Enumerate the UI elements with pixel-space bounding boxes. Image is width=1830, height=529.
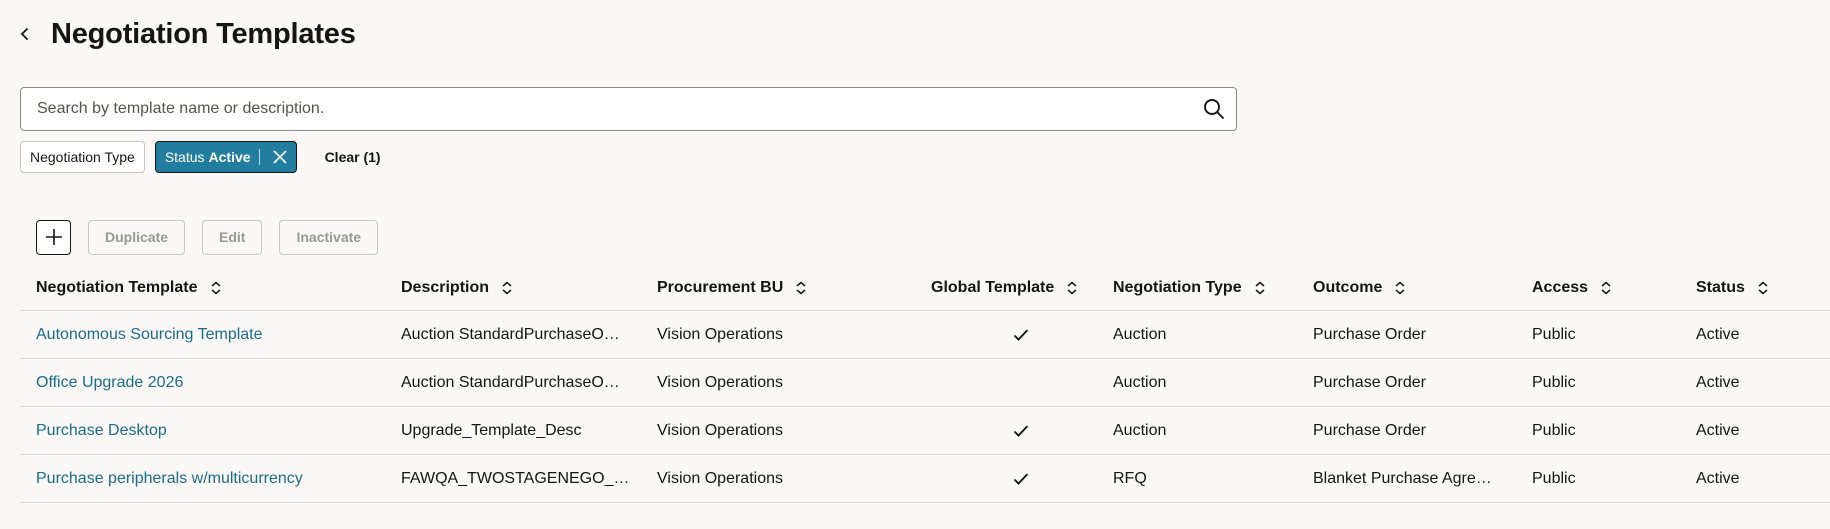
description-text: Upgrade_Template_Desc	[401, 421, 582, 439]
column-header-status[interactable]: Status	[1696, 265, 1769, 311]
status-filter-value: Active	[208, 149, 251, 165]
plus-icon	[45, 229, 62, 245]
outcome-text: Purchase Order	[1313, 373, 1426, 391]
column-header-negotiation-type[interactable]: Negotiation Type	[1113, 265, 1266, 311]
sort-icon	[1066, 281, 1078, 295]
procurement-bu-cell: Vision Operations	[657, 325, 783, 343]
chip-divider	[258, 149, 260, 165]
table-header: Negotiation Template Description Procure…	[20, 265, 1830, 311]
global-template-cell	[931, 359, 1111, 406]
description-text: Auction StandardPurchaseO…	[401, 373, 620, 391]
template-name-link[interactable]: Autonomous Sourcing Template	[36, 311, 391, 358]
table-toolbar: Duplicate Edit Inactivate	[36, 219, 379, 255]
sort-icon	[1757, 281, 1769, 295]
description-text: FAWQA_TWOSTAGENEGO_…	[401, 469, 630, 487]
sort-icon	[1254, 281, 1266, 295]
negotiation-type-cell: Auction	[1113, 421, 1167, 439]
chevron-left-icon	[20, 27, 29, 41]
sort-icon	[210, 281, 222, 295]
access-cell: Public	[1532, 373, 1576, 391]
clear-filters-button[interactable]: Clear (1)	[315, 141, 391, 173]
template-name-link[interactable]: Office Upgrade 2026	[36, 359, 391, 406]
search-button[interactable]	[1192, 88, 1236, 130]
table-row[interactable]: Purchase Desktop Upgrade_Template_Desc V…	[20, 407, 1830, 455]
sort-icon	[1600, 281, 1612, 295]
template-name-link[interactable]: Purchase Desktop	[36, 407, 391, 454]
outcome-text: Blanket Purchase Agre…	[1313, 469, 1492, 487]
description-cell: FAWQA_TWOSTAGENEGO_…	[401, 455, 646, 502]
search-box	[20, 87, 1237, 131]
column-header-template[interactable]: Negotiation Template	[36, 265, 222, 311]
search-input[interactable]	[37, 100, 1192, 118]
inactivate-button[interactable]: Inactivate	[279, 219, 379, 255]
column-label: Negotiation Template	[36, 279, 198, 296]
sort-icon	[795, 281, 807, 295]
back-button[interactable]	[14, 23, 36, 45]
column-label: Outcome	[1313, 279, 1383, 296]
outcome-cell: Blanket Purchase Agre…	[1313, 455, 1518, 502]
column-label: Access	[1532, 279, 1589, 296]
table-row[interactable]: Purchase peripherals w/multicurrency FAW…	[20, 455, 1830, 503]
global-template-cell	[931, 455, 1111, 502]
column-header-description[interactable]: Description	[401, 265, 513, 311]
status-filter-key: Status	[164, 149, 205, 165]
procurement-bu-cell: Vision Operations	[657, 469, 783, 487]
status-cell: Active	[1696, 469, 1740, 487]
global-template-cell	[931, 407, 1111, 454]
global-template-cell	[931, 311, 1111, 358]
negotiation-type-cell: RFQ	[1113, 469, 1147, 487]
status-filter-chip[interactable]: Status Active	[154, 141, 297, 173]
status-cell: Active	[1696, 325, 1740, 343]
procurement-bu-cell: Vision Operations	[657, 373, 783, 391]
checkmark-icon	[1013, 472, 1029, 485]
description-text: Auction StandardPurchaseO…	[401, 325, 620, 343]
column-header-procurement-bu[interactable]: Procurement BU	[657, 265, 807, 311]
procurement-bu-cell: Vision Operations	[657, 421, 783, 439]
close-icon	[272, 150, 287, 164]
filter-bar: Negotiation Type Status Active Clear (1)	[20, 141, 391, 173]
edit-button[interactable]: Edit	[202, 219, 263, 255]
table-row[interactable]: Office Upgrade 2026 Auction StandardPurc…	[20, 359, 1830, 407]
outcome-text: Purchase Order	[1313, 325, 1426, 343]
page-header: Negotiation Templates	[14, 12, 356, 56]
access-cell: Public	[1532, 325, 1576, 343]
outcome-cell: Purchase Order	[1313, 359, 1518, 406]
templates-table: Negotiation Template Description Procure…	[20, 265, 1830, 503]
remove-filter-button[interactable]	[268, 142, 292, 172]
status-cell: Active	[1696, 373, 1740, 391]
column-header-access[interactable]: Access	[1532, 265, 1612, 311]
negotiation-type-filter-chip[interactable]: Negotiation Type	[20, 141, 145, 173]
duplicate-button[interactable]: Duplicate	[88, 219, 186, 255]
column-label: Negotiation Type	[1113, 279, 1242, 296]
table-row[interactable]: Autonomous Sourcing Template Auction Sta…	[20, 311, 1830, 359]
search-icon	[1204, 99, 1225, 120]
column-label: Global Template	[931, 279, 1055, 296]
access-cell: Public	[1532, 421, 1576, 439]
sort-icon	[1394, 281, 1406, 295]
column-header-outcome[interactable]: Outcome	[1313, 265, 1406, 311]
column-header-global-template[interactable]: Global Template	[931, 265, 1078, 311]
sort-icon	[501, 281, 513, 295]
column-label: Status	[1696, 279, 1745, 296]
outcome-cell: Purchase Order	[1313, 311, 1518, 358]
add-button[interactable]	[36, 219, 71, 255]
status-cell: Active	[1696, 421, 1740, 439]
checkmark-icon	[1013, 328, 1029, 341]
page-title: Negotiation Templates	[51, 17, 356, 50]
template-name-link[interactable]: Purchase peripherals w/multicurrency	[36, 455, 391, 502]
access-cell: Public	[1532, 469, 1576, 487]
column-label: Procurement BU	[657, 279, 784, 296]
description-cell: Auction StandardPurchaseO…	[401, 311, 646, 358]
description-cell: Upgrade_Template_Desc	[401, 407, 646, 454]
column-label: Description	[401, 279, 490, 296]
negotiation-type-cell: Auction	[1113, 373, 1167, 391]
checkmark-icon	[1013, 424, 1029, 437]
negotiation-type-cell: Auction	[1113, 325, 1167, 343]
outcome-text: Purchase Order	[1313, 421, 1426, 439]
description-cell: Auction StandardPurchaseO…	[401, 359, 646, 406]
outcome-cell: Purchase Order	[1313, 407, 1518, 454]
